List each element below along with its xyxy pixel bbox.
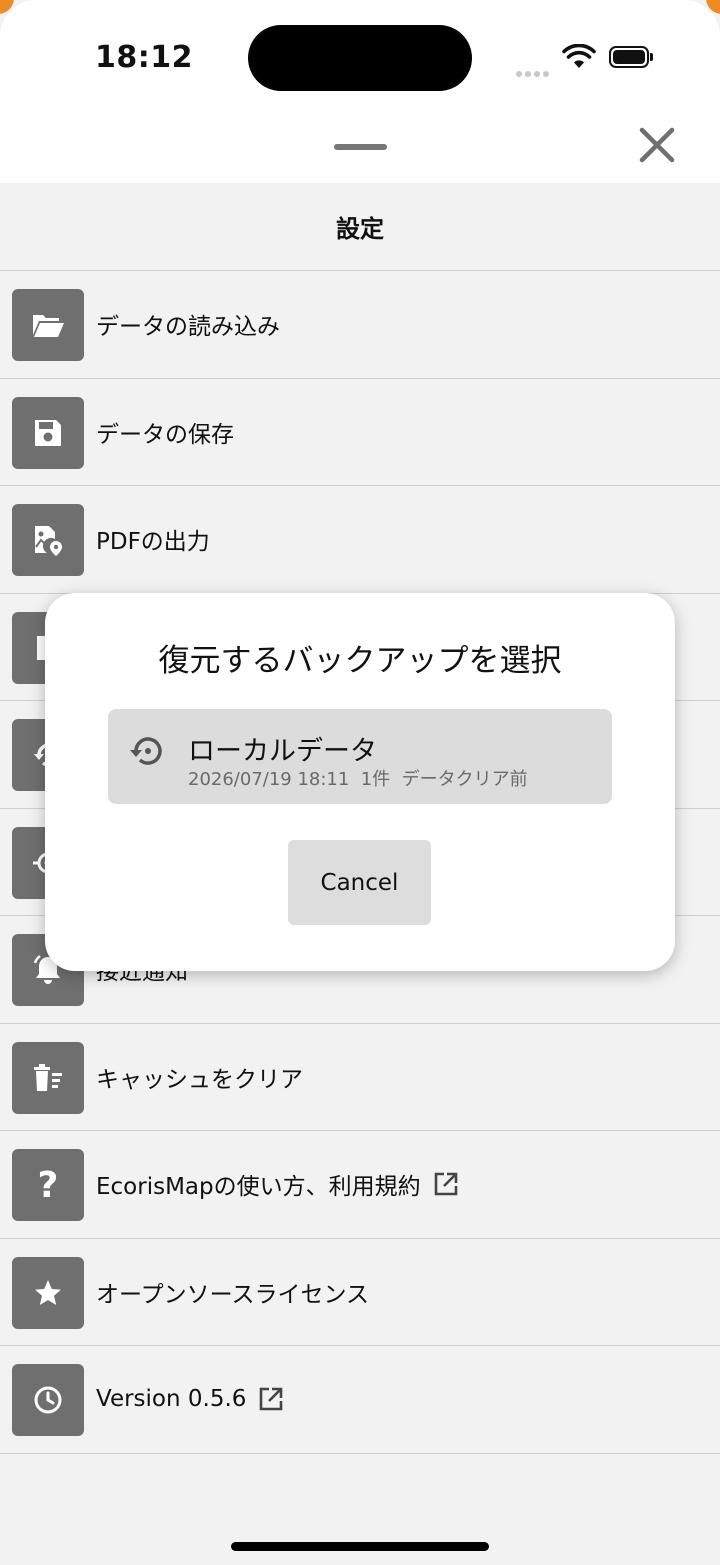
menu-item-label: PDFの出力 xyxy=(96,529,210,556)
wifi-icon xyxy=(562,44,596,68)
external-link-icon xyxy=(258,1386,284,1412)
cancel-button[interactable]: Cancel xyxy=(288,840,431,925)
dynamic-island xyxy=(248,25,472,91)
floppy-disk-icon xyxy=(12,396,84,469)
backup-meta: 2026/07/19 18:11 1件 データクリア前 xyxy=(188,769,528,790)
menu-item-label: キャッシュをクリア xyxy=(96,1066,303,1093)
backup-list-item[interactable]: ローカルデータ 2026/07/19 18:11 1件 データクリア前 xyxy=(108,709,612,804)
cellular-signal-icon xyxy=(516,62,552,81)
question-icon: ? xyxy=(12,1149,84,1221)
menu-item-text: Version 0.5.6 xyxy=(96,1386,247,1413)
page-title: 設定 xyxy=(0,183,720,271)
menu-item-label: データの読み込み xyxy=(96,314,280,341)
menu-item-label: オープンソースライセンス xyxy=(96,1281,370,1308)
menu-item-label: データの保存 xyxy=(96,421,234,448)
menu-item-load-data[interactable]: データの読み込み xyxy=(0,271,720,379)
corner-accent xyxy=(0,0,14,14)
dialog-title: 復元するバックアップを選択 xyxy=(158,643,562,679)
status-bar: 18:12 xyxy=(0,0,720,110)
menu-item-pdf-export[interactable]: PDFの出力 xyxy=(0,486,720,594)
trash-list-icon xyxy=(12,1041,84,1114)
menu-item-open-source-licenses[interactable]: オープンソースライセンス xyxy=(0,1239,720,1346)
sheet-grabber[interactable] xyxy=(334,144,387,150)
menu-item-label: EcorisMapの使い方、利用規約 xyxy=(96,1131,459,1238)
home-indicator xyxy=(231,1542,489,1551)
status-time: 18:12 xyxy=(95,40,193,75)
menu-item-label: Version 0.5.6 xyxy=(96,1346,284,1453)
close-icon xyxy=(639,127,675,163)
menu-item-help-terms[interactable]: ? EcorisMapの使い方、利用規約 xyxy=(0,1131,720,1239)
restore-history-icon xyxy=(130,737,162,765)
restore-backup-dialog: 復元するバックアップを選択 ローカルデータ 2026/07/19 18:11 1… xyxy=(45,593,675,971)
external-link-icon xyxy=(433,1171,459,1197)
star-icon xyxy=(12,1256,84,1329)
sheet-header xyxy=(0,110,720,183)
menu-item-clear-cache[interactable]: キャッシュをクリア xyxy=(0,1024,720,1131)
map-image-icon xyxy=(12,504,84,576)
close-button[interactable] xyxy=(636,124,678,166)
menu-item-save-data[interactable]: データの保存 xyxy=(0,379,720,486)
backup-name: ローカルデータ xyxy=(188,736,377,767)
folder-open-icon xyxy=(12,289,84,361)
menu-item-text: EcorisMapの使い方、利用規約 xyxy=(96,1174,421,1201)
corner-accent xyxy=(706,0,720,14)
clock-icon xyxy=(12,1364,84,1436)
menu-item-version[interactable]: Version 0.5.6 xyxy=(0,1346,720,1454)
battery-icon xyxy=(609,46,653,68)
